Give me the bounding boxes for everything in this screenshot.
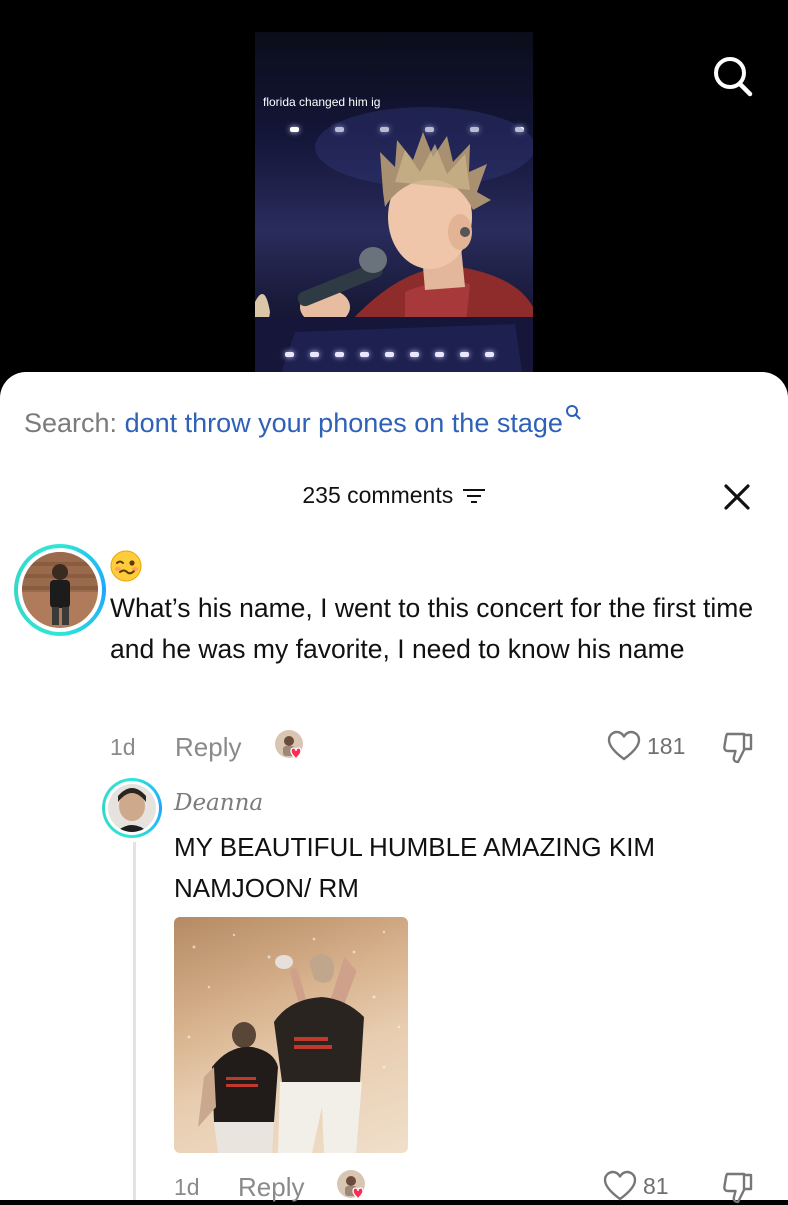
related-search-suggestion[interactable]: Search: dont throw your phones on the st…	[24, 404, 581, 439]
comment-count: 235 comments	[302, 482, 454, 508]
video-performer-image	[255, 107, 533, 392]
video-frame[interactable]: florida changed him ig	[255, 32, 533, 392]
like-count: 81	[643, 1172, 669, 1199]
like-button[interactable]: 181	[607, 730, 685, 762]
reply-thread-line	[133, 842, 136, 1200]
like-button[interactable]: 81	[603, 1170, 669, 1202]
comments-header: 235 comments	[0, 482, 788, 509]
reply-time: 1d	[174, 1174, 200, 1200]
reply-text: MY BEAUTIFUL HUMBLE AMAZING KIM NAMJOON/…	[174, 832, 656, 903]
reply-photo[interactable]	[174, 917, 408, 1153]
reply-button[interactable]: Reply	[175, 732, 241, 763]
reply-username[interactable]: Deanna	[174, 790, 263, 816]
dislike-icon[interactable]	[720, 729, 756, 765]
search-query-link[interactable]: dont throw your phones on the stage	[125, 408, 563, 438]
avatar[interactable]	[22, 552, 98, 628]
search-icon[interactable]	[710, 54, 754, 98]
video-player[interactable]: florida changed him ig	[0, 0, 788, 400]
comment-text: What’s his name, I went to this concert …	[110, 593, 754, 664]
heart-icon	[607, 730, 641, 761]
woozy-face-emoji	[110, 550, 142, 582]
reply-avatar-ring[interactable]	[102, 778, 162, 838]
reply-button[interactable]: Reply	[238, 1172, 304, 1203]
comments-sheet: Search: dont throw your phones on the st…	[0, 372, 788, 1204]
close-icon[interactable]	[722, 482, 752, 512]
stage-lights-bottom	[285, 352, 525, 360]
avatar-ring[interactable]	[14, 544, 106, 636]
search-label: Search:	[24, 408, 118, 438]
concert-photo-image	[187, 930, 401, 1153]
filter-icon[interactable]	[462, 487, 486, 505]
creator-liked-badge	[275, 730, 303, 760]
search-mini-icon	[565, 405, 581, 420]
avatar[interactable]	[108, 784, 156, 832]
comment-time: 1d	[110, 734, 136, 760]
heart-icon	[603, 1170, 637, 1201]
creator-liked-badge	[337, 1170, 365, 1200]
like-count: 181	[647, 732, 686, 759]
